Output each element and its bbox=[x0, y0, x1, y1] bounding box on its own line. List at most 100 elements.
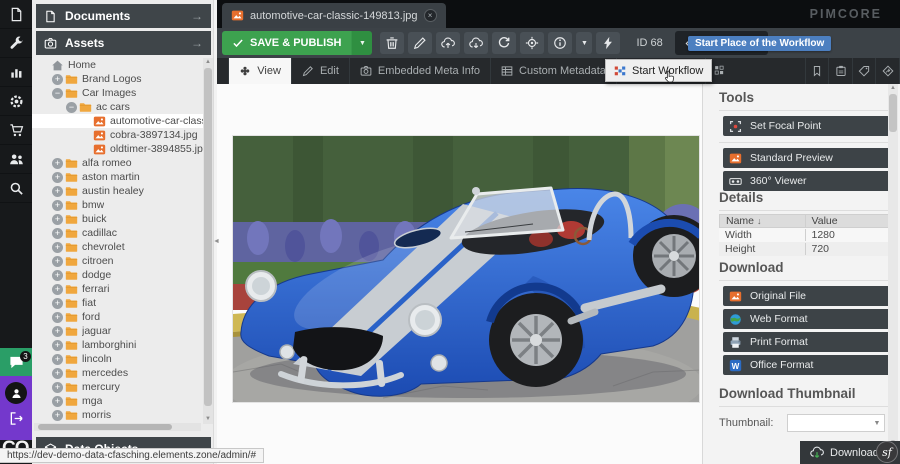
expand-arrow-icon[interactable] bbox=[191, 9, 203, 23]
expander-plus-icon[interactable] bbox=[52, 172, 63, 183]
expander-plus-icon[interactable] bbox=[52, 186, 63, 197]
expander-plus-icon[interactable] bbox=[52, 74, 63, 85]
scroll-up-icon[interactable] bbox=[203, 58, 213, 67]
tree-item[interactable]: jaguar bbox=[32, 324, 203, 338]
expander-plus-icon[interactable] bbox=[52, 270, 63, 281]
expander-minus-icon[interactable] bbox=[52, 88, 63, 99]
documents-rail-button[interactable] bbox=[0, 0, 32, 29]
upload-button[interactable] bbox=[436, 32, 460, 54]
save-publish-main[interactable]: SAVE & PUBLISH bbox=[222, 31, 351, 55]
delete-button[interactable] bbox=[380, 32, 404, 54]
expander-plus-icon[interactable] bbox=[52, 396, 63, 407]
tab-edit[interactable]: Edit bbox=[292, 58, 350, 84]
search-rail-button[interactable] bbox=[0, 174, 32, 203]
expander-plus-icon[interactable] bbox=[52, 242, 63, 253]
tree-item[interactable]: austin healey bbox=[32, 184, 203, 198]
expander-plus-icon[interactable] bbox=[52, 298, 63, 309]
expand-arrow-icon[interactable] bbox=[191, 36, 203, 50]
details-col-name[interactable]: Name bbox=[720, 215, 806, 227]
tree-item[interactable]: ac cars bbox=[32, 100, 203, 114]
tree-item[interactable]: buick bbox=[32, 212, 203, 226]
download-web-button[interactable]: Web Format bbox=[723, 309, 890, 329]
symfony-profiler-badge[interactable]: sf bbox=[876, 441, 898, 463]
expander-plus-icon[interactable] bbox=[52, 410, 63, 421]
info-dropdown-caret[interactable] bbox=[576, 32, 592, 54]
tab-custom-metadata[interactable]: Custom Metadata bbox=[491, 58, 617, 84]
expander-plus-icon[interactable] bbox=[52, 382, 63, 393]
save-options-caret[interactable] bbox=[351, 31, 372, 55]
tab-workflow[interactable] bbox=[876, 58, 900, 84]
download-office-button[interactable]: Office Format bbox=[723, 355, 890, 375]
scrollbar-thumb[interactable] bbox=[204, 68, 212, 406]
tree-horizontal-scrollbar[interactable] bbox=[34, 423, 201, 431]
expander-plus-icon[interactable] bbox=[52, 340, 63, 351]
logout-button[interactable] bbox=[9, 411, 24, 431]
tree-item[interactable]: aston martin bbox=[32, 170, 203, 184]
panel-vertical-scrollbar[interactable] bbox=[888, 84, 898, 448]
expander-plus-icon[interactable] bbox=[52, 158, 63, 169]
tree-item[interactable]: chevrolet bbox=[32, 240, 203, 254]
standard-preview-button[interactable]: Standard Preview bbox=[723, 148, 890, 168]
tree-item[interactable]: cobra-3897134.jpg bbox=[32, 128, 203, 142]
tab-tags[interactable] bbox=[853, 58, 877, 84]
download-original-button[interactable]: Original File bbox=[723, 286, 890, 306]
viewer-360-button[interactable]: 360° Viewer bbox=[723, 171, 890, 191]
tree-item-selected[interactable]: automotive-car-classic-14 bbox=[32, 114, 203, 128]
expander-plus-icon[interactable] bbox=[52, 200, 63, 211]
tab-versions[interactable] bbox=[706, 58, 806, 84]
expander-plus-icon[interactable] bbox=[52, 354, 63, 365]
tree-vertical-scrollbar[interactable] bbox=[203, 58, 213, 424]
notifications-button[interactable]: 3 bbox=[0, 348, 32, 376]
tree-item[interactable]: citroen bbox=[32, 254, 203, 268]
rename-button[interactable] bbox=[408, 32, 432, 54]
download-button-toolbar[interactable] bbox=[464, 32, 488, 54]
expander-plus-icon[interactable] bbox=[52, 368, 63, 379]
tree-item[interactable]: dodge bbox=[32, 268, 203, 282]
tools-rail-button[interactable] bbox=[0, 29, 32, 58]
info-button[interactable] bbox=[548, 32, 572, 54]
panel-splitter[interactable] bbox=[213, 0, 217, 464]
documents-panel-header[interactable]: Documents bbox=[36, 4, 211, 28]
tab-view[interactable]: View bbox=[229, 58, 292, 84]
tab-embedded-meta-info[interactable]: Embedded Meta Info bbox=[350, 58, 491, 84]
expander-plus-icon[interactable] bbox=[52, 326, 63, 337]
tree-item[interactable]: ferrari bbox=[32, 282, 203, 296]
tree-item-home[interactable]: Home bbox=[32, 58, 203, 72]
tab-notes-events[interactable] bbox=[806, 58, 830, 84]
users-rail-button[interactable] bbox=[0, 145, 32, 174]
tab-schedule[interactable] bbox=[829, 58, 853, 84]
expander-plus-icon[interactable] bbox=[52, 256, 63, 267]
expander-plus-icon[interactable] bbox=[52, 214, 63, 225]
tree-item[interactable]: Brand Logos bbox=[32, 72, 203, 86]
details-col-value[interactable]: Value bbox=[806, 215, 892, 227]
assets-panel-header[interactable]: Assets bbox=[36, 31, 211, 55]
tree-item[interactable]: fiat bbox=[32, 296, 203, 310]
expander-minus-icon[interactable] bbox=[66, 102, 77, 113]
scrollbar-thumb[interactable] bbox=[38, 424, 172, 430]
download-print-button[interactable]: Print Format bbox=[723, 332, 890, 352]
tree-item[interactable]: morris bbox=[32, 408, 203, 422]
save-publish-button[interactable]: SAVE & PUBLISH bbox=[222, 31, 372, 55]
expander-plus-icon[interactable] bbox=[52, 284, 63, 295]
expander-plus-icon[interactable] bbox=[52, 312, 63, 323]
set-focal-point-button[interactable]: Set Focal Point bbox=[723, 116, 890, 136]
collapse-panel-icon[interactable] bbox=[213, 238, 220, 245]
reports-rail-button[interactable] bbox=[0, 58, 32, 87]
settings-rail-button[interactable] bbox=[0, 87, 32, 116]
tree-item[interactable]: mercury bbox=[32, 380, 203, 394]
scrollbar-thumb[interactable] bbox=[889, 94, 897, 132]
tree-item[interactable]: Car Images bbox=[32, 86, 203, 100]
close-tab-icon[interactable] bbox=[424, 9, 437, 22]
expander-plus-icon[interactable] bbox=[52, 228, 63, 239]
clear-cache-button[interactable] bbox=[596, 32, 620, 54]
tree-item[interactable]: bmw bbox=[32, 198, 203, 212]
reload-button[interactable] bbox=[492, 32, 516, 54]
open-file-tab[interactable]: automotive-car-classic-149813.jpg bbox=[222, 3, 446, 28]
locate-in-tree-button[interactable] bbox=[520, 32, 544, 54]
tree-item[interactable]: lincoln bbox=[32, 352, 203, 366]
ecommerce-rail-button[interactable] bbox=[0, 116, 32, 145]
scroll-up-icon[interactable] bbox=[888, 84, 898, 93]
tree-item[interactable]: mercedes bbox=[32, 366, 203, 380]
tree-item[interactable]: cadillac bbox=[32, 226, 203, 240]
thumbnail-select[interactable] bbox=[787, 414, 885, 432]
